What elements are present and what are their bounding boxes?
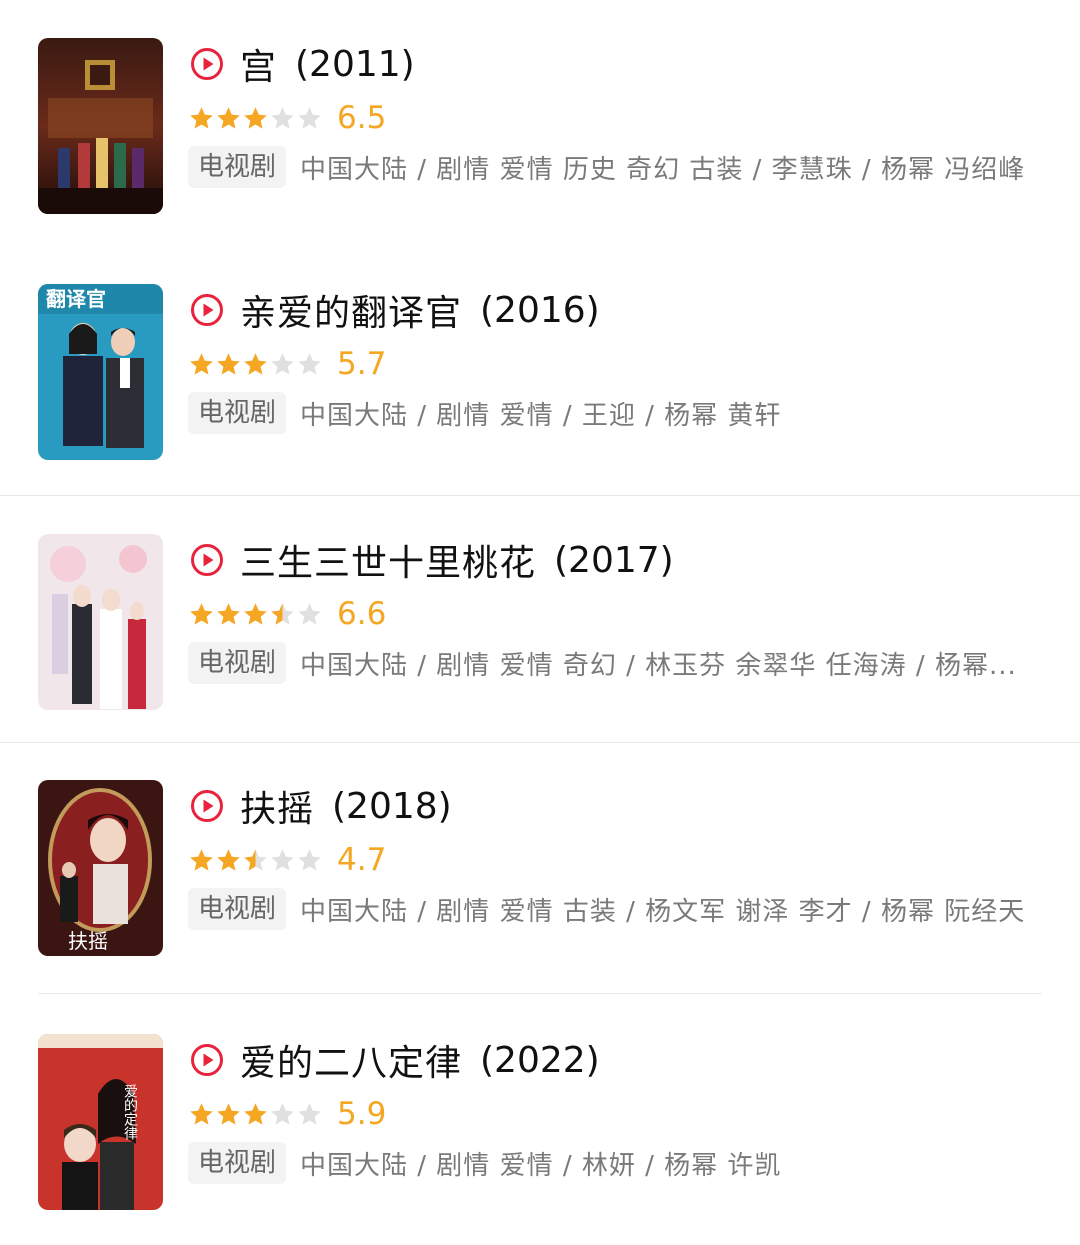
category-tag: 电视剧 [188,392,287,434]
play-icon[interactable] [190,47,224,81]
play-icon[interactable] [190,789,224,823]
poster-love-law-icon: 爱的定律 [38,1034,163,1210]
poster-image[interactable] [38,534,163,710]
star-icon [244,106,267,129]
star-icon [298,106,321,129]
list-item[interactable]: 宫 (2011) 6.5 电视剧 中国大陆 / 剧情 爱情 历史 奇幻 古装 /… [0,0,1080,246]
star-icon [298,602,321,625]
rating-score: 4.7 [337,842,387,878]
play-icon[interactable] [190,293,224,327]
star-icon [271,602,294,625]
title[interactable]: 爱的二八定律 [240,1034,462,1086]
star-icon [217,602,240,625]
rating-score: 6.5 [337,100,387,136]
rating-row: 5.9 [188,1094,386,1134]
star-rating [188,847,323,874]
poster-peach-blossom-icon [38,534,163,710]
star-icon [244,352,267,375]
category-tag: 电视剧 [188,888,287,930]
poster-translator-icon: 翻译官 [38,284,163,460]
star-icon [190,352,213,375]
star-rating [188,1101,323,1128]
list-item[interactable]: 扶摇 扶摇 (2018) 4.7 电视剧 中国大陆 / 剧情 爱情 古装 / 杨… [0,742,1080,988]
star-icon [271,106,294,129]
poster-title: 爱的定律 [122,1084,138,1140]
year: (2022) [480,1039,600,1081]
rating-row: 4.7 [188,840,386,880]
star-icon [244,602,267,625]
poster-gong-icon [38,38,163,214]
list-item[interactable]: 三生三世十里桃花 (2017) 6.6 电视剧 中国大陆 / 剧情 爱情 奇幻 … [0,496,1080,742]
star-icon [190,106,213,129]
meta-info: 中国大陆 / 剧情 爱情 历史 奇幻 古装 / 李慧珠 / 杨幂 冯绍峰 [300,154,1026,185]
meta-info: 中国大陆 / 剧情 爱情 / 林妍 / 杨幂 许凯 [300,1150,782,1181]
star-icon [190,848,213,871]
play-icon[interactable] [190,1043,224,1077]
title[interactable]: 宫 [240,38,277,90]
rating-row: 5.7 [188,344,386,384]
poster-image[interactable]: 爱的定律 [38,1034,163,1210]
list-item[interactable]: 爱的定律 爱的二八定律 (2022) 5.9 电视剧 中国大陆 / 剧情 爱情 … [0,996,1080,1242]
rating-score: 6.6 [337,596,387,632]
year: (2011) [295,43,415,85]
category-tag: 电视剧 [188,642,287,684]
year: (2016) [480,289,600,331]
title[interactable]: 亲爱的翻译官 [240,284,462,336]
meta-info: 中国大陆 / 剧情 爱情 / 王迎 / 杨幂 黄轩 [300,400,782,431]
star-icon [217,848,240,871]
star-icon [217,106,240,129]
poster-fuyao-icon: 扶摇 [38,780,163,956]
year: (2017) [554,539,674,581]
rating-row: 6.6 [188,594,386,634]
year: (2018) [332,785,452,827]
star-icon [298,1102,321,1125]
poster-title: 翻译官 [46,287,106,311]
star-icon [244,1102,267,1125]
poster-title: 扶摇 [68,929,108,953]
list-item[interactable]: 翻译官 亲爱的翻译官 (2016) 5.7 电视剧 中国大陆 / 剧情 爱情 /… [0,246,1080,492]
star-icon [190,1102,213,1125]
star-icon [298,848,321,871]
movie-list: 宫 (2011) 6.5 电视剧 中国大陆 / 剧情 爱情 历史 奇幻 古装 /… [0,0,1080,1245]
rating-score: 5.9 [337,1096,387,1132]
meta-info: 中国大陆 / 剧情 爱情 古装 / 杨文军 谢泽 李才 / 杨幂 阮经天 [300,896,1026,927]
category-tag: 电视剧 [188,1142,287,1184]
rating-score: 5.7 [337,346,387,382]
star-rating [188,105,323,132]
star-icon [271,352,294,375]
star-rating [188,601,323,628]
title[interactable]: 三生三世十里桃花 [240,534,536,586]
category-tag: 电视剧 [188,146,287,188]
star-icon [217,352,240,375]
star-icon [217,1102,240,1125]
divider [38,993,1042,994]
poster-image[interactable] [38,38,163,214]
rating-row: 6.5 [188,98,386,138]
star-icon [244,848,267,871]
star-icon [298,352,321,375]
poster-image[interactable]: 翻译官 [38,284,163,460]
play-icon[interactable] [190,543,224,577]
meta-info: 中国大陆 / 剧情 爱情 奇幻 / 林玉芬 余翠华 任海涛 / 杨幂... [300,650,1017,681]
star-icon [271,848,294,871]
star-rating [188,351,323,378]
title[interactable]: 扶摇 [240,780,314,832]
star-icon [190,602,213,625]
star-icon [271,1102,294,1125]
poster-image[interactable]: 扶摇 [38,780,163,956]
